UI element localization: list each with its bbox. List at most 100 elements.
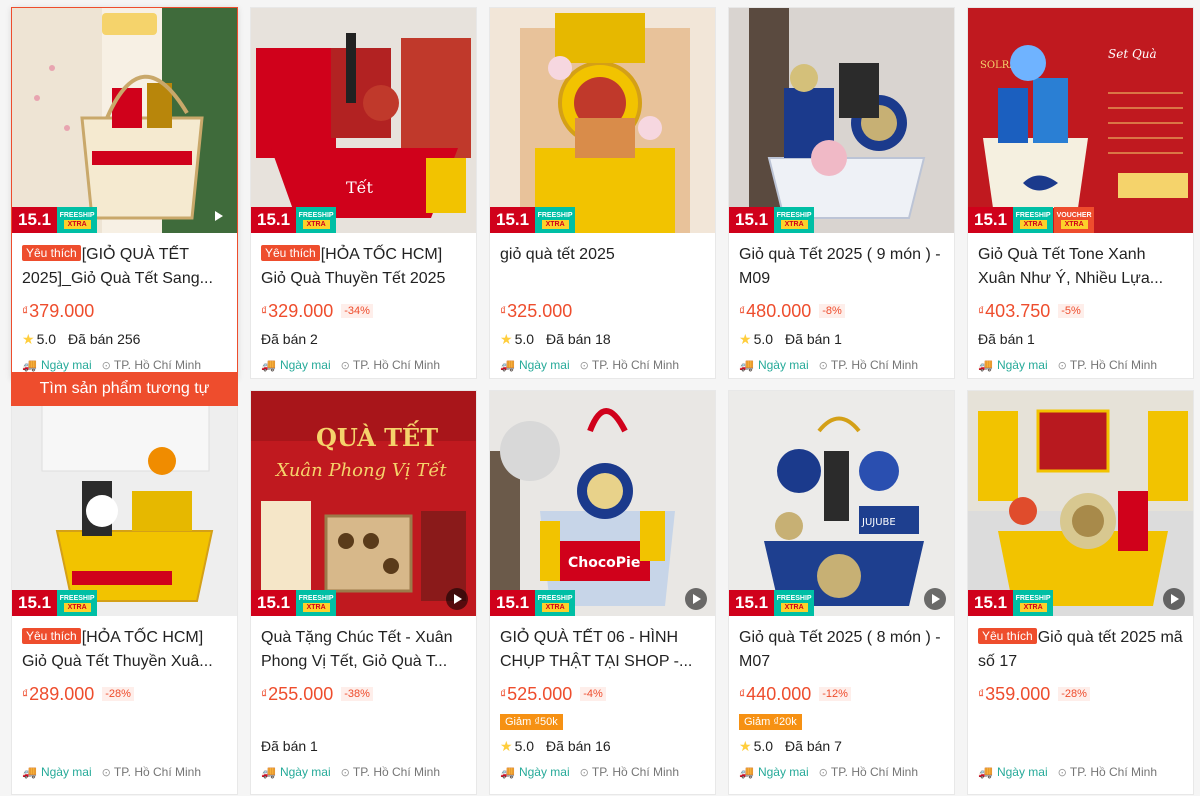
sold-count: Đã bán 1 [261,738,318,754]
sale-badge: 15.1 [729,207,775,233]
currency-symbol: ₫ [739,304,746,318]
price: 379.000 [29,300,95,321]
discount-badge: -38% [341,687,373,701]
rating: 5.0 [753,331,774,347]
svg-text:JUJUBE: JUJUBE [861,517,896,528]
location-pin-icon: ⊙ [579,359,589,372]
promo-badges: 15.1 FREESHIP XTRA [251,590,337,616]
truck-icon: 🚚 [261,765,276,779]
product-card[interactable]: 15.1 FREESHIP XTRA Yêu thích Giỏ quà tết 2… [967,390,1194,795]
product-title-text: Giỏ quà Tết 2025 ( 9 món ) - M09 [739,246,941,287]
product-card[interactable]: JUJUBE 15.1 FREESHIP XTRA Giỏ quà Tết 202… [728,390,955,795]
product-image[interactable]: SOLRA Set Quà 15.1 FREESHIP XTRA VOUCHER XT… [968,8,1193,233]
location-pin-icon: ⊙ [340,359,350,372]
product-title[interactable]: giỏ quà tết 2025 [500,243,705,291]
discount-badge: -34% [341,304,373,318]
location-pin-icon: ⊙ [818,766,828,779]
sales-row: ★ 5.0 Đã bán 256 [22,329,227,349]
shop-location: TP. Hồ Chí Minh [352,765,441,779]
play-video-icon[interactable] [207,205,229,227]
product-image[interactable]: QUÀ TẾT Xuân Phong Vị Tết 15.1 FREESHIP XT… [251,391,476,616]
currency-symbol: ₫ [739,687,746,701]
rating: 5.0 [514,331,535,347]
star-icon: ★ [500,330,513,347]
currency-symbol: ₫ [22,687,29,701]
product-image[interactable]: 15.1 FREESHIP XTRA [729,8,954,233]
product-image[interactable]: 15.1 FREESHIP XTRA [12,8,237,233]
product-title-text: GIỎ QUÀ TẾT 06 - HÌNH CHỤP THẬT TẠI SHOP… [500,629,693,670]
location-pin-icon: ⊙ [1057,359,1067,372]
location-pin-icon: ⊙ [101,359,111,372]
currency-symbol: ₫ [500,687,507,701]
play-video-icon[interactable] [446,588,468,610]
voucher-row [22,712,227,730]
product-card[interactable]: 15.1 FREESHIP XTRA Giỏ quà Tết 2025 ( 9 m… [728,7,955,379]
product-card[interactable]: 15.1 FREESHIP XTRA giỏ quà tết 2025 ₫ 325… [489,7,716,379]
product-card[interactable]: Tết 15.1 FREESHIP XTRA Yêu thích [HỎA TỐC … [250,7,477,379]
play-video-icon[interactable] [924,588,946,610]
sold-count: Đã bán 1 [978,331,1035,347]
product-title[interactable]: Giỏ Quà Tết Tone Xanh Xuân Như Ý, Nhiều … [978,243,1183,291]
sales-row: ★ 5.0 Đã bán 7 [739,736,944,756]
play-video-icon[interactable] [1163,588,1185,610]
price-row: ₫ 403.750 -5% [978,299,1183,323]
shipping-row: 🚚 Ngày mai ⊙ TP. Hồ Chí Minh [978,762,1183,782]
promo-badges: 15.1 FREESHIP XTRA VOUCHER XTRA [968,207,1095,233]
freeship-xtra-badge: FREESHIP XTRA [1013,590,1054,616]
product-title-text: giỏ quà tết 2025 [500,246,615,263]
product-image[interactable]: 15.1 FREESHIP XTRA [490,8,715,233]
delivery-label: Ngày mai [40,765,92,779]
price-row: ₫ 255.000 -38% [261,682,466,706]
shop-location: TP. Hồ Chí Minh [830,765,919,779]
product-image[interactable]: Tết 15.1 FREESHIP XTRA [251,8,476,233]
price: 403.750 [985,300,1051,321]
product-title[interactable]: Quà Tặng Chúc Tết - Xuân Phong Vị Tết, G… [261,626,466,674]
product-title[interactable]: Yêu thích [HỎA TỐC HCM] Giỏ Quà Tết Thuyề… [22,626,227,674]
price-row: ₫ 329.000 -34% [261,299,466,323]
product-title-text: Quà Tặng Chúc Tết - Xuân Phong Vị Tết, G… [261,629,453,670]
discount-badge: -12% [819,687,851,701]
product-title[interactable]: Yêu thích [HỎA TỐC HCM] Giỏ Quà Thuyền Tế… [261,243,466,291]
product-card[interactable]: 15.1 FREESHIP XTRA Yêu thích [GIỎ QUÀ TẾT … [11,7,238,406]
find-similar-button[interactable]: Tìm sản phẩm tương tự [11,372,238,406]
currency-symbol: ₫ [978,304,985,318]
voucher-xtra-badge: VOUCHER XTRA [1054,207,1095,233]
freeship-xtra-badge: FREESHIP XTRA [1013,207,1054,233]
rating: 5.0 [514,738,535,754]
voucher-row: Giảm ₫20k [739,712,944,730]
delivery-label: Ngày mai [518,765,570,779]
product-card[interactable]: 15.1 FREESHIP XTRA Yêu thích [HỎA TỐC HCM]… [11,390,238,795]
product-title[interactable]: Yêu thích Giỏ quà tết 2025 mã số 17 [978,626,1183,674]
discount-badge: -8% [819,304,845,318]
product-card[interactable]: QUÀ TẾT Xuân Phong Vị Tết 15.1 FREESHIP XT… [250,390,477,795]
svg-text:QUÀ TẾT: QUÀ TẾT [316,420,438,452]
product-title[interactable]: Yêu thích [GIỎ QUÀ TẾT 2025]_Giỏ Quà Tết … [22,243,227,291]
product-title[interactable]: Giỏ quà Tết 2025 ( 8 món ) - M07 [739,626,944,674]
sales-row: ★ 5.0 Đã bán 18 [500,329,705,349]
star-icon: ★ [500,737,513,754]
sales-row: Đã bán 1 [261,736,466,756]
rating: 5.0 [753,738,774,754]
product-card[interactable]: SOLRA Set Quà 15.1 FREESHIP XTRA VOUCHER XT… [967,7,1194,379]
promo-badges: 15.1 FREESHIP XTRA [729,590,815,616]
play-video-icon[interactable] [685,588,707,610]
shop-voucher-tag: Giảm ₫20k [739,714,802,730]
shipping-row: 🚚 Ngày mai ⊙ TP. Hồ Chí Minh [500,762,705,782]
product-image[interactable]: JUJUBE 15.1 FREESHIP XTRA [729,391,954,616]
price: 255.000 [268,683,334,704]
shop-location: TP. Hồ Chí Minh [1069,765,1158,779]
product-card[interactable]: ChocoPie 15.1 FREESHIP XTRA GIỎ QUÀ TẾT 0… [489,390,716,795]
product-image[interactable]: 15.1 FREESHIP XTRA [12,391,237,616]
product-grid: 15.1 FREESHIP XTRA Yêu thích [GIỎ QUÀ TẾT … [0,0,1200,796]
svg-text:Set Quà: Set Quà [1108,47,1157,61]
price-row: ₫ 440.000 -12% [739,682,944,706]
product-title[interactable]: GIỎ QUÀ TẾT 06 - HÌNH CHỤP THẬT TẠI SHOP… [500,626,705,674]
product-image[interactable]: ChocoPie 15.1 FREESHIP XTRA [490,391,715,616]
currency-symbol: ₫ [22,304,29,318]
product-image[interactable]: 15.1 FREESHIP XTRA [968,391,1193,616]
favorite-badge: Yêu thích [22,628,81,644]
truck-icon: 🚚 [261,358,276,372]
product-title[interactable]: Giỏ quà Tết 2025 ( 9 món ) - M09 [739,243,944,291]
shipping-row: 🚚 Ngày mai ⊙ TP. Hồ Chí Minh [978,355,1183,375]
sold-count: Đã bán 1 [785,331,842,347]
